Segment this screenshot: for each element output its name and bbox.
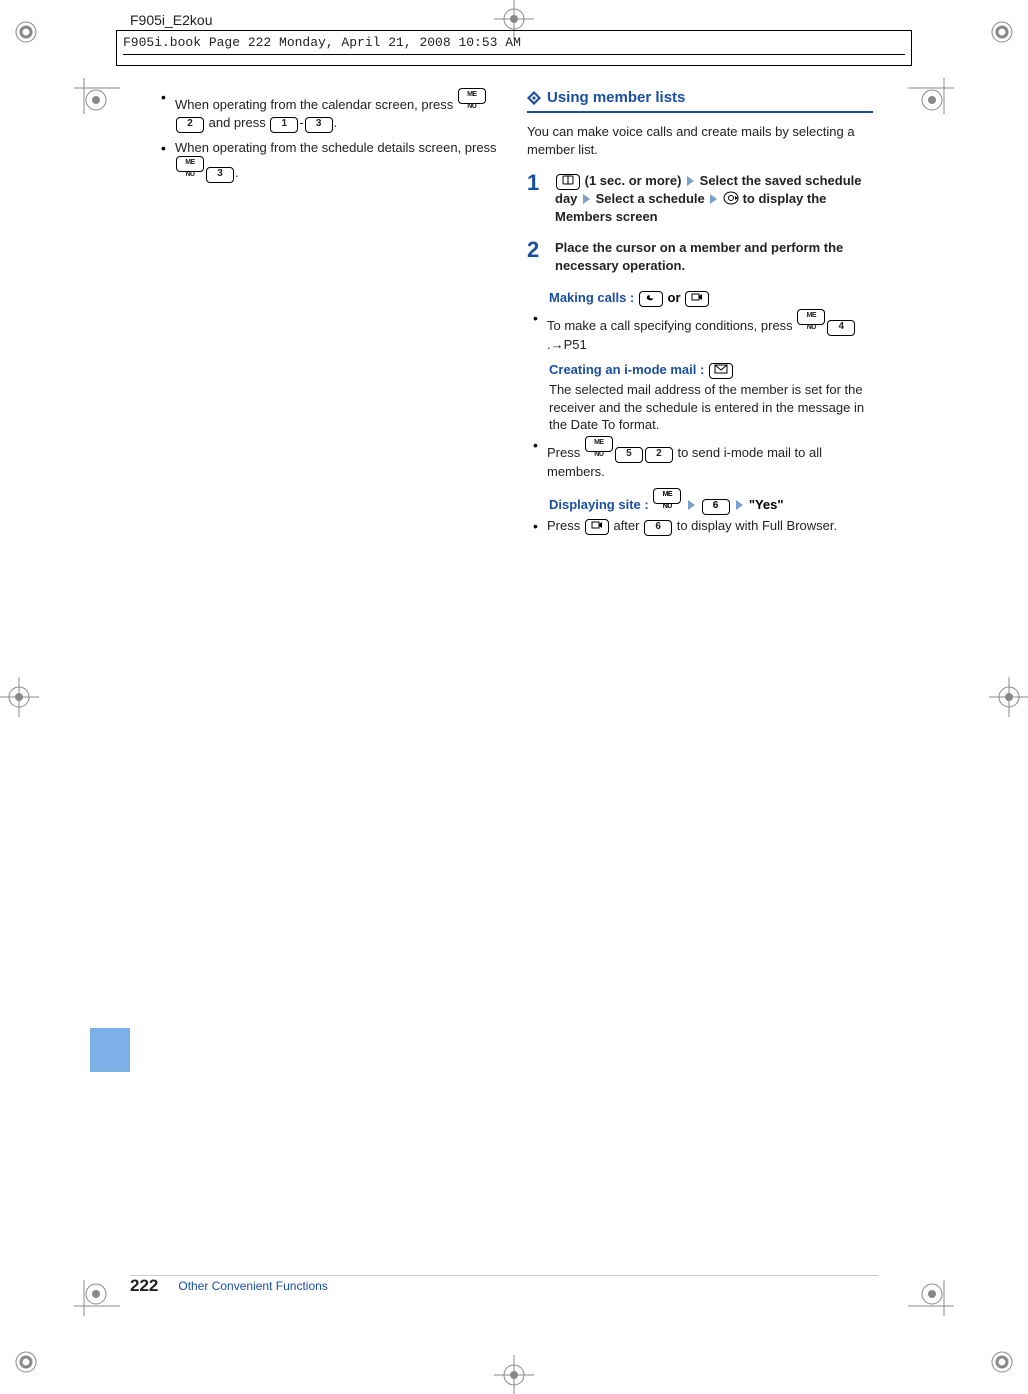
text: or — [668, 290, 685, 305]
step-number: 2 — [527, 239, 545, 274]
diamond-bullet-icon — [527, 91, 541, 105]
section-heading: Using member lists — [527, 88, 873, 108]
text: Press — [547, 445, 584, 460]
call-key-icon — [639, 291, 663, 307]
key-3-icon: 3 — [305, 117, 333, 133]
text: to display with Full Browser. — [677, 518, 837, 533]
key-2-icon: 2 — [645, 447, 673, 463]
registration-mark-icon — [14, 1350, 38, 1374]
step-1: 1 (1 sec. or more) Select the saved sche… — [527, 172, 873, 225]
page-number: 222 — [130, 1276, 158, 1296]
crop-target-icon — [0, 677, 39, 717]
key-6-icon: 6 — [702, 499, 730, 515]
crop-target-icon — [989, 677, 1028, 717]
left-bullet-2: When operating from the schedule details… — [161, 139, 501, 184]
menu-key-icon: M͏ENU — [176, 156, 204, 172]
triangle-icon — [688, 500, 695, 510]
crop-corner-icon — [908, 1270, 954, 1316]
registration-mark-icon — [990, 1350, 1014, 1374]
page-body: When operating from the calendar screen,… — [155, 88, 873, 1274]
text: (1 sec. or more) — [581, 173, 685, 188]
registration-mark-icon — [14, 20, 38, 44]
section-rule — [527, 110, 873, 113]
menu-key-icon: M͏ENU — [585, 436, 613, 452]
registration-mark-icon — [990, 20, 1014, 44]
phonebook-key-icon — [556, 174, 580, 190]
key-1-icon: 1 — [270, 117, 298, 133]
step-2: 2 Place the cursor on a member and perfo… — [527, 239, 873, 274]
crop-target-icon — [494, 1355, 534, 1394]
text: When operating from the schedule details… — [175, 140, 497, 155]
menu-key-icon: M͏ENU — [653, 488, 681, 504]
text: To make a call specifying conditions, pr… — [547, 318, 796, 333]
making-calls-bullet: To make a call specifying conditions, pr… — [533, 309, 873, 354]
section-title: Using member lists — [547, 88, 685, 108]
key-6-icon: 6 — [644, 520, 672, 536]
text: and press — [209, 115, 270, 130]
making-calls-heading: Making calls : or — [549, 289, 873, 307]
imode-mail-bullet: Press M͏ENU52 to send i-mode mail to all… — [533, 436, 873, 481]
multiselector-right-icon — [723, 191, 739, 205]
doc-header-name: F905i_E2kou — [130, 12, 213, 28]
key-3-icon: 3 — [206, 167, 234, 183]
menu-key-icon: M͏ENU — [458, 88, 486, 104]
videocall-key-icon — [585, 519, 609, 535]
step-number: 1 — [527, 172, 545, 225]
column-left: When operating from the calendar screen,… — [155, 88, 501, 1274]
section-thumb-tab — [90, 1028, 130, 1072]
crop-corner-icon — [74, 1270, 120, 1316]
displaying-site-bullet: Press after 6 to display with Full Brows… — [533, 517, 873, 536]
crop-corner-icon — [74, 78, 120, 124]
menu-key-icon: M͏ENU — [797, 309, 825, 325]
key-4-icon: 4 — [827, 320, 855, 336]
footer-chapter-label: Other Convenient Functions — [178, 1279, 327, 1293]
column-right: Using member lists You can make voice ca… — [527, 88, 873, 1274]
triangle-icon — [710, 194, 717, 204]
key-2-icon: 2 — [176, 117, 204, 133]
text: "Yes" — [749, 497, 784, 512]
step-body: (1 sec. or more) Select the saved schedu… — [555, 172, 873, 225]
text: When operating from the calendar screen,… — [175, 97, 457, 112]
triangle-icon — [687, 176, 694, 186]
text: . — [235, 165, 239, 180]
text: .→P51 — [547, 337, 587, 352]
left-bullet-1: When operating from the calendar screen,… — [161, 88, 501, 133]
text: Select a schedule — [592, 191, 708, 206]
videocall-key-icon — [685, 291, 709, 307]
text: Making calls : — [549, 290, 638, 305]
step-body: Place the cursor on a member and perform… — [555, 239, 873, 274]
framemaker-text: F905i.book Page 222 Monday, April 21, 20… — [123, 35, 905, 50]
displaying-site-heading: Displaying site : M͏ENU 6 "Yes" — [549, 488, 873, 515]
text: Displaying site : — [549, 497, 652, 512]
section-intro: You can make voice calls and create mail… — [527, 123, 873, 158]
text: Creating an i-mode mail : — [549, 362, 708, 377]
triangle-icon — [736, 500, 743, 510]
text: after — [613, 518, 643, 533]
triangle-icon — [583, 194, 590, 204]
crop-corner-icon — [908, 78, 954, 124]
key-5-icon: 5 — [615, 447, 643, 463]
text: Press — [547, 518, 584, 533]
mail-key-icon — [709, 363, 733, 379]
imode-mail-text: The selected mail address of the member … — [549, 381, 873, 434]
page-footer: 222 Other Convenient Functions — [130, 1276, 328, 1296]
framemaker-header: F905i.book Page 222 Monday, April 21, 20… — [116, 30, 912, 66]
imode-mail-heading: Creating an i-mode mail : — [549, 361, 873, 379]
text: . — [334, 115, 338, 130]
